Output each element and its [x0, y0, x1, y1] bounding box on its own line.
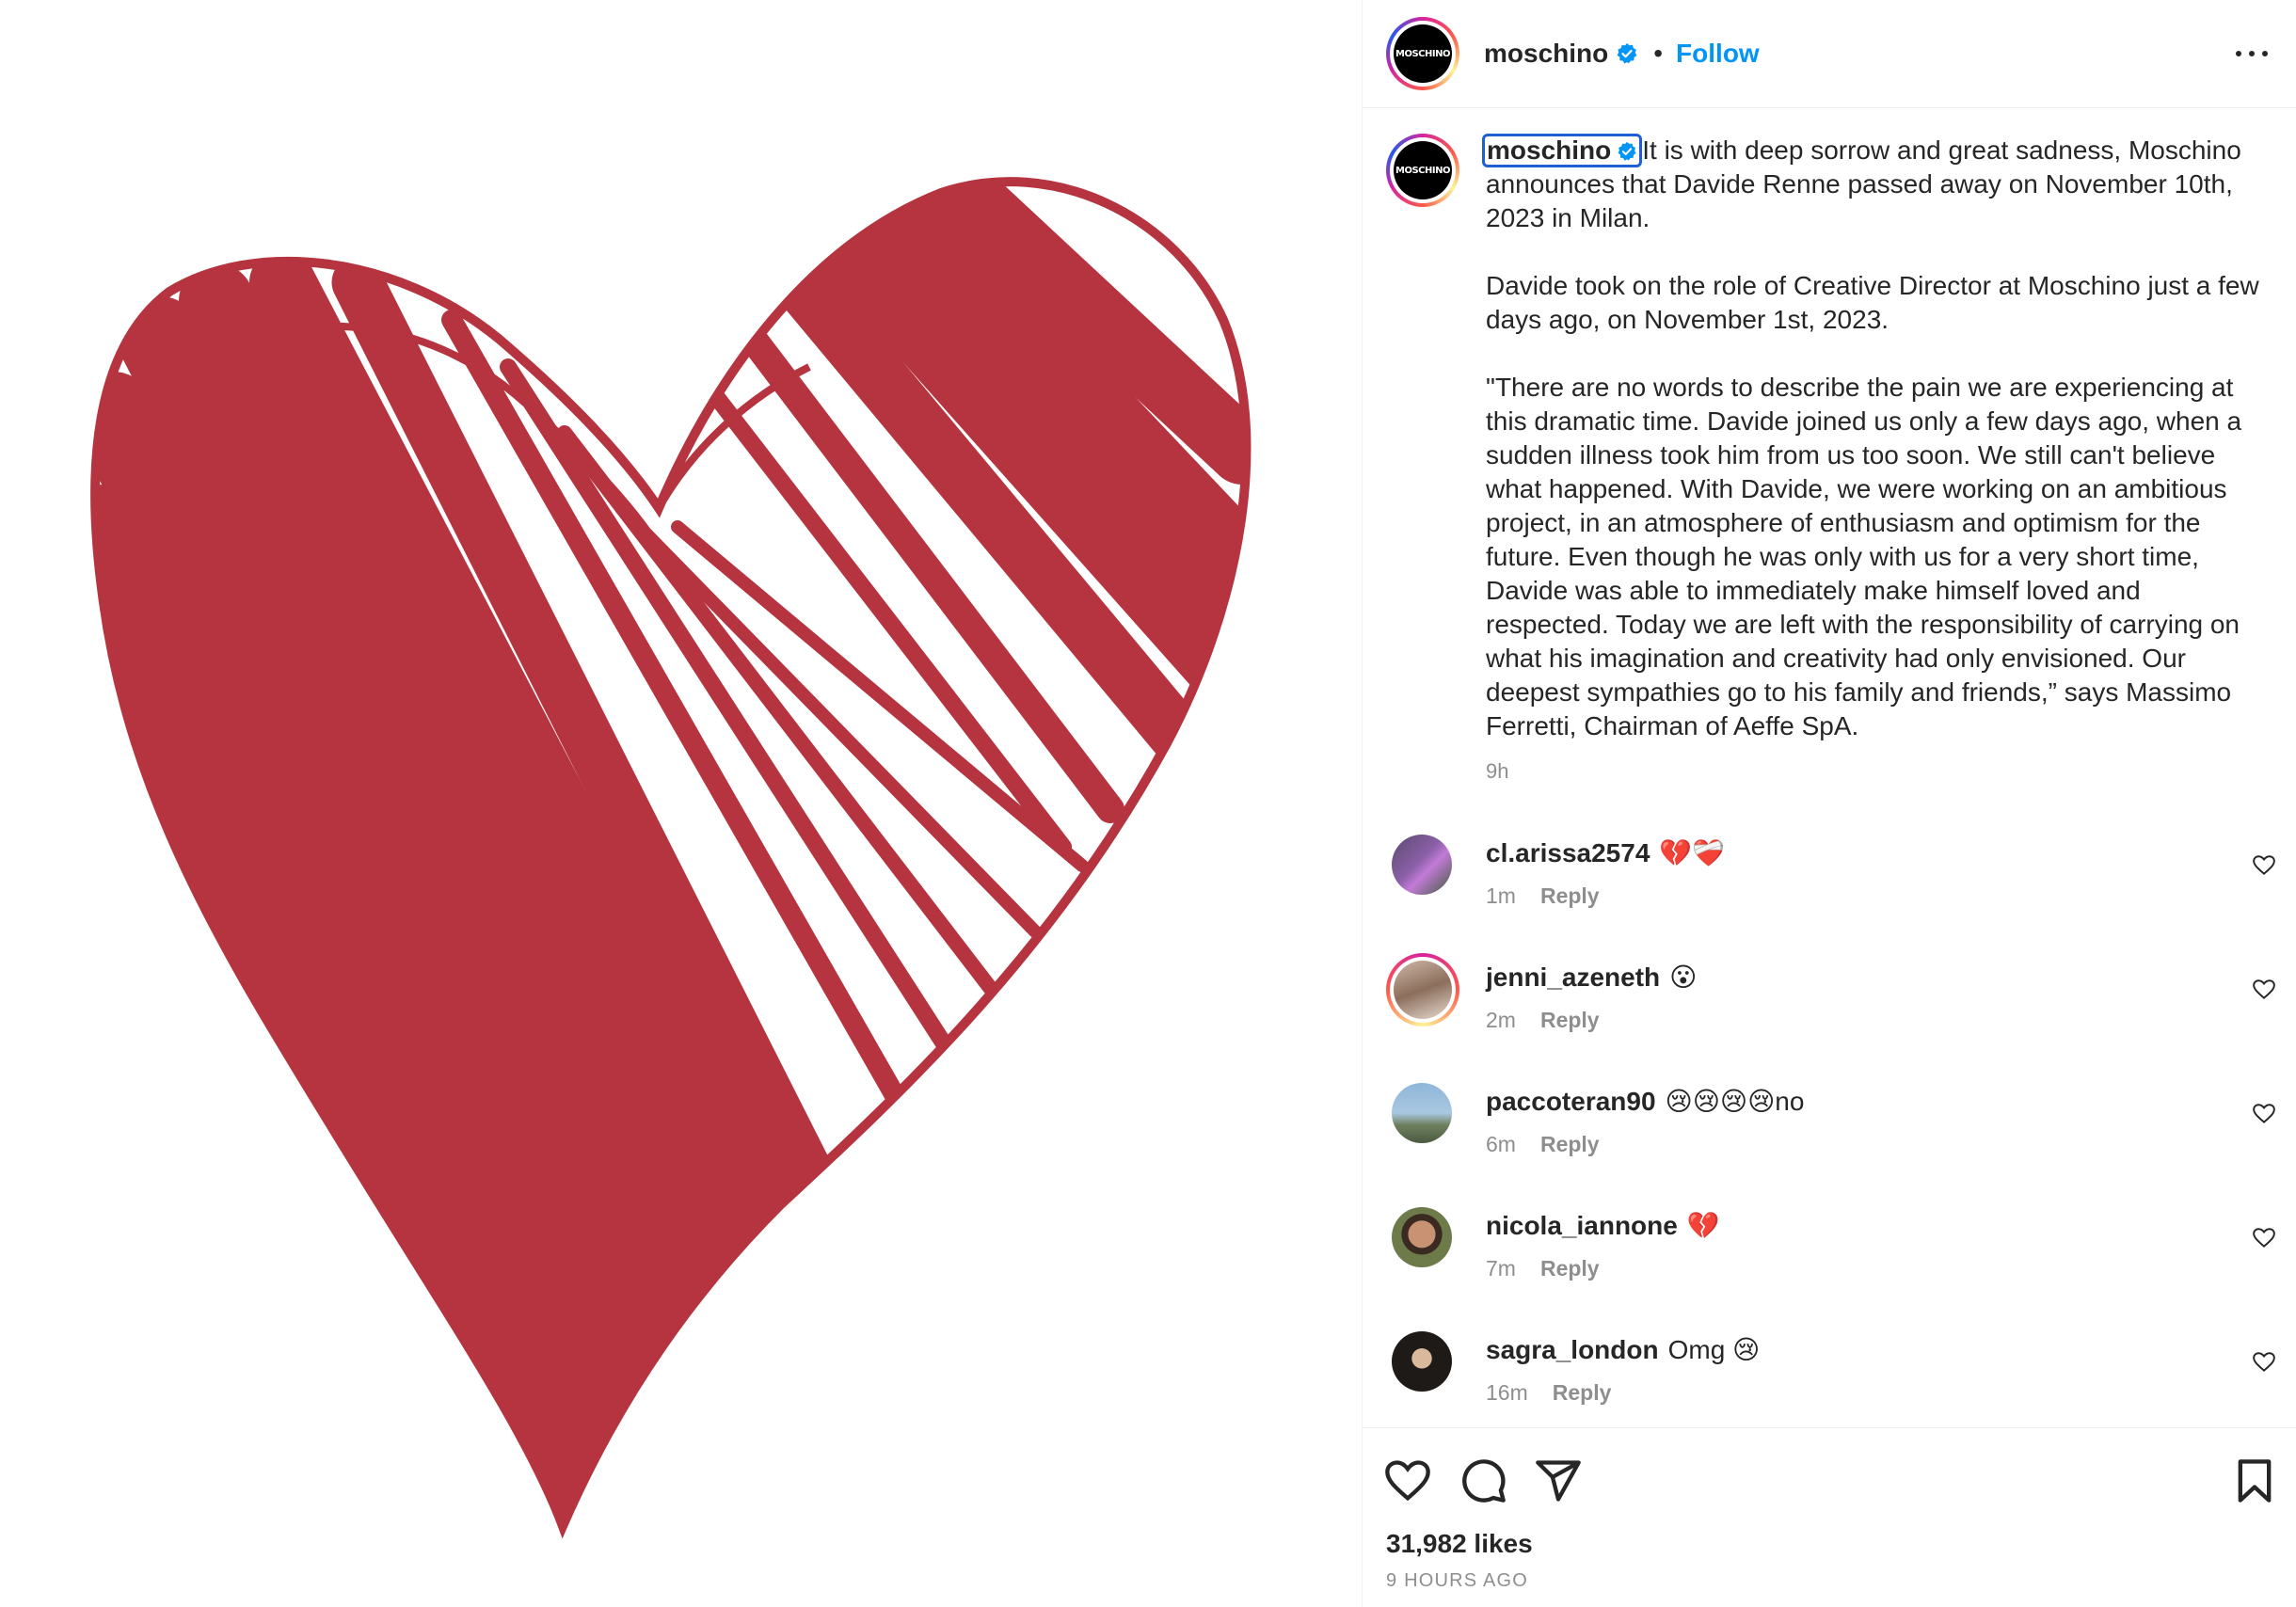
comment-like-heart-icon[interactable] — [2252, 1226, 2276, 1250]
share-send-icon[interactable] — [1534, 1456, 1583, 1505]
comment-like-heart-icon[interactable] — [2252, 1350, 2276, 1375]
commenter-avatar[interactable] — [1386, 953, 1459, 1026]
likes-count[interactable]: 31,982 likes — [1386, 1529, 1533, 1559]
separator-dot: • — [1653, 39, 1664, 68]
comment-text: Omg 😢 — [1667, 1335, 1761, 1364]
post-image[interactable] — [0, 0, 1362, 1607]
heart-drawing — [90, 177, 1252, 1539]
comment-text: 💔❤️‍🩹 — [1659, 838, 1726, 867]
reply-button[interactable]: Reply — [1540, 1132, 1600, 1156]
moschino-logo: MOSCHINO — [1394, 141, 1452, 199]
post-actions-bar: 31,982 likes 9 HOURS AGO — [1363, 1427, 2296, 1607]
reply-button[interactable]: Reply — [1540, 883, 1600, 908]
comment-username[interactable]: cl.arissa2574 — [1486, 838, 1650, 867]
post-caption: MOSCHINO moschino It is with deep sorrow … — [1386, 134, 2271, 788]
comment-username[interactable]: jenni_azeneth — [1486, 963, 1660, 992]
post-side-panel: MOSCHINO moschino • Follow MOSCHINO mosc… — [1362, 0, 2296, 1607]
comment-time: 16m — [1486, 1380, 1528, 1405]
comment-bubble-icon[interactable] — [1459, 1456, 1507, 1505]
comment-time: 2m — [1486, 1008, 1516, 1032]
caption-username[interactable]: moschino — [1482, 134, 1643, 167]
like-heart-icon[interactable] — [1383, 1456, 1432, 1505]
commenter-avatar[interactable] — [1392, 1331, 1452, 1392]
comment-item: nicola_iannone 💔 7m Reply — [1386, 1207, 2275, 1301]
post-header: MOSCHINO moschino • Follow — [1363, 0, 2296, 108]
comment-item: sagra_london Omg 😢 16m Reply — [1386, 1331, 2275, 1425]
commenter-avatar[interactable] — [1392, 1083, 1452, 1143]
comment-time: 6m — [1486, 1132, 1516, 1156]
comment-text: 😮 — [1669, 963, 1698, 992]
follow-button[interactable]: Follow — [1676, 39, 1760, 69]
comment-username[interactable]: paccoteran90 — [1486, 1087, 1656, 1116]
caption-avatar[interactable]: MOSCHINO — [1386, 134, 1459, 207]
comment-like-heart-icon[interactable] — [2252, 853, 2276, 878]
commenter-avatar[interactable] — [1392, 1207, 1452, 1267]
comment-item: paccoteran90 😢😢😢😢no 6m Reply — [1386, 1083, 2275, 1177]
verified-badge-icon — [1617, 43, 1637, 64]
reply-button[interactable]: Reply — [1540, 1008, 1600, 1032]
comment-like-heart-icon[interactable] — [2252, 978, 2276, 1002]
caption-timestamp[interactable]: 9h — [1486, 755, 2271, 788]
reply-button[interactable]: Reply — [1540, 1256, 1600, 1281]
comment-text: 😢😢😢😢no — [1665, 1087, 1805, 1116]
caption-text-2: Davide took on the role of Creative Dire… — [1486, 271, 2259, 334]
comment-item: cl.arissa2574 💔❤️‍🩹 1m Reply — [1386, 835, 2275, 929]
reply-button[interactable]: Reply — [1553, 1380, 1612, 1405]
verified-badge-icon — [1618, 141, 1636, 161]
comment-username[interactable]: nicola_iannone — [1486, 1211, 1678, 1240]
comment-time: 1m — [1486, 883, 1516, 908]
commenter-avatar[interactable] — [1392, 835, 1452, 895]
instagram-post-view: MOSCHINO moschino • Follow MOSCHINO mosc… — [0, 0, 2296, 1607]
caption-text-3: "There are no words to describe the pain… — [1486, 373, 2242, 740]
comments-scroll-area[interactable]: MOSCHINO moschino It is with deep sorrow … — [1363, 108, 2296, 1607]
caption-paragraph-1: moschino It is with deep sorrow and great… — [1482, 134, 2271, 235]
comment-like-heart-icon[interactable] — [2252, 1102, 2276, 1126]
account-username[interactable]: moschino — [1484, 39, 1608, 69]
comment-username[interactable]: sagra_london — [1486, 1335, 1659, 1364]
comment-item: jenni_azeneth 😮 2m Reply — [1386, 953, 2275, 1053]
account-avatar[interactable]: MOSCHINO — [1386, 17, 1459, 90]
more-options-icon[interactable] — [2236, 40, 2268, 68]
comment-time: 7m — [1486, 1256, 1516, 1281]
save-bookmark-icon[interactable] — [2230, 1456, 2279, 1505]
comment-text: 💔 — [1686, 1211, 1720, 1240]
moschino-logo: MOSCHINO — [1394, 24, 1452, 83]
post-age: 9 HOURS AGO — [1386, 1570, 1529, 1591]
